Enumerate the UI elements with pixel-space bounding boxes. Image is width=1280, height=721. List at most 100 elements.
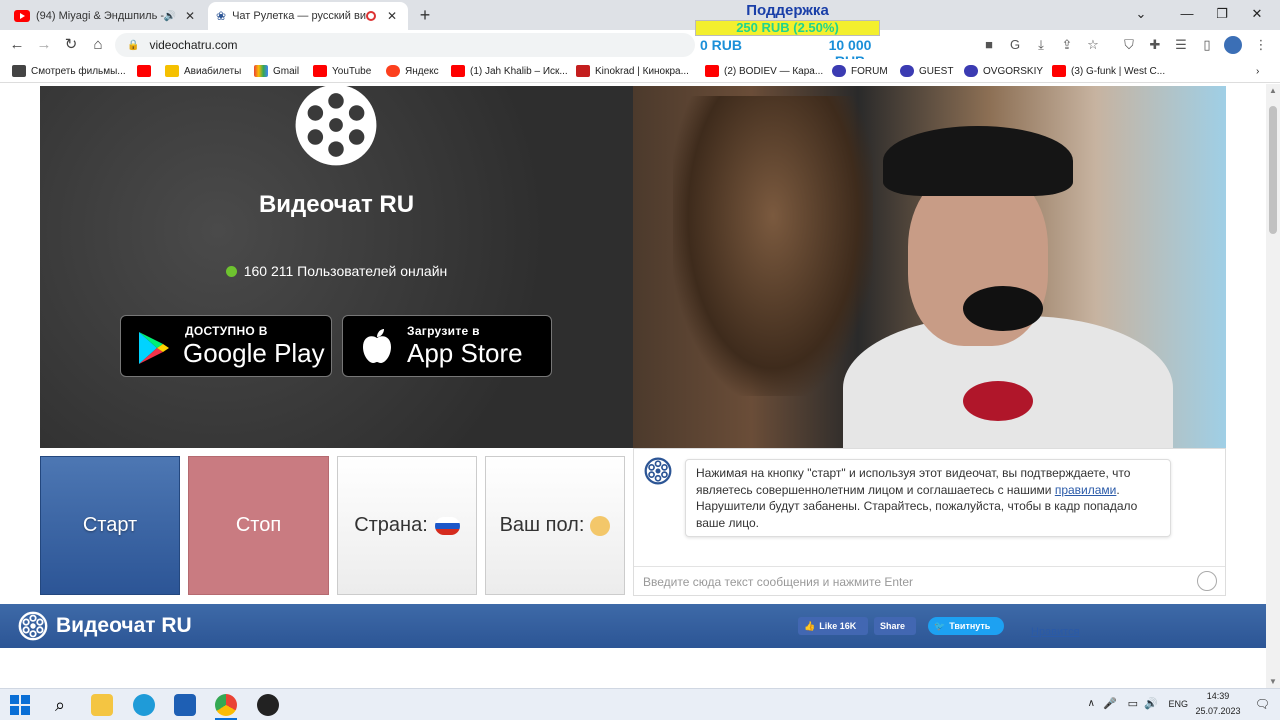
obs-icon[interactable]	[257, 694, 279, 716]
bookmark-favicon-icon	[137, 65, 151, 77]
lock-icon[interactable]: 🔒	[127, 40, 139, 51]
menu-icon[interactable]: ⋮	[1252, 36, 1270, 54]
bookmark-item[interactable]: Яндекс	[386, 63, 439, 79]
rules-link[interactable]: правилами	[1055, 483, 1117, 497]
profile-avatar[interactable]	[1224, 36, 1242, 54]
bookmark-item[interactable]: GUEST	[900, 63, 953, 79]
facebook-like-button[interactable]: 👍 Like 16K	[798, 617, 868, 635]
apple-icon	[363, 329, 391, 363]
back-icon[interactable]: ←	[6, 34, 28, 56]
camera-icon[interactable]: ■	[980, 36, 998, 54]
bookmark-item[interactable]: YouTube	[313, 63, 371, 79]
scroll-up-icon[interactable]: ▲	[1269, 86, 1277, 95]
thumbs-up-icon: 👍	[804, 620, 816, 631]
video-person-headset	[963, 286, 1043, 331]
bookmark-item[interactable]: OVGORSKIY	[964, 63, 1043, 79]
bookmark-star-icon[interactable]: ☆	[1084, 36, 1102, 54]
edge-icon[interactable]	[133, 694, 155, 716]
tab-videochat[interactable]: ❀ Чат Рулетка — русский вид ✕	[208, 2, 408, 30]
google-play-big: Google Play	[183, 338, 325, 368]
google-play-small: ДОСТУПНО В	[185, 324, 268, 338]
page-scrollbar[interactable]: ▲ ▼	[1266, 84, 1280, 688]
bookmark-favicon-icon	[254, 65, 268, 77]
windows-taskbar: ⌕ ∧ 🎤 ▭ 🔊 ENG 14:39 25.07.2023 🗨	[0, 688, 1280, 720]
bookmark-favicon-icon	[964, 65, 978, 77]
close-window-icon[interactable]: ✕	[1234, 0, 1280, 30]
bookmark-item[interactable]: (2) BODIEV — Кара...	[705, 63, 823, 79]
bookmark-label: FORUM	[851, 65, 888, 77]
bookmark-favicon-icon	[386, 65, 400, 77]
start-button[interactable]: Старт	[40, 456, 180, 595]
scroll-down-icon[interactable]: ▼	[1269, 677, 1277, 686]
country-select-button[interactable]: Страна:	[337, 456, 477, 595]
tweet-button[interactable]: 🐦 Твитнуть	[928, 617, 1004, 635]
app-store-badge[interactable]: Загрузите в App Store	[342, 315, 552, 377]
file-explorer-icon[interactable]	[91, 694, 113, 716]
tray-chevron-icon[interactable]: ∧	[1088, 698, 1095, 709]
bookmark-favicon-icon	[576, 65, 590, 77]
microphone-icon[interactable]: 🎤	[1103, 697, 1117, 710]
chrome-icon[interactable]	[215, 694, 237, 716]
bookmark-favicon-icon	[1052, 65, 1066, 77]
notifications-icon[interactable]: 🗨	[1255, 697, 1270, 711]
bookmark-item[interactable]: Kinokrad | Кинокра...	[576, 63, 689, 79]
extensions-icon[interactable]: ✚	[1146, 36, 1164, 54]
search-icon[interactable]: ⌕	[49, 694, 71, 716]
bookmarks-overflow-icon[interactable]: ›	[1256, 63, 1259, 79]
bookmark-item[interactable]: Авиабилеты	[165, 63, 241, 79]
language-indicator[interactable]: ENG	[1168, 699, 1188, 709]
chat-message-input[interactable]: Введите сюда текст сообщения и нажмите E…	[634, 566, 1225, 595]
bookmarks-bar: Смотреть фильмы... Авиабилеты Gmail YouTube…	[0, 59, 1280, 83]
tab-search-icon[interactable]: ⌄	[1118, 0, 1164, 30]
speaker-icon[interactable]: 🔊	[164, 11, 176, 22]
partner-video-panel	[633, 86, 1226, 448]
address-bar[interactable]: 🔒 videochatru.com	[115, 33, 695, 57]
vk-like-link[interactable]: Нравится	[1031, 626, 1080, 638]
clock-date[interactable]: 25.07.2023	[1192, 706, 1244, 716]
recording-icon	[366, 11, 376, 21]
web-page: Видеочат RU 160 211 Пользователей онлайн…	[0, 84, 1280, 688]
clock-time[interactable]: 14:39	[1196, 691, 1240, 701]
bookmark-item[interactable]: (1) Jah Khalib – Иск...	[451, 63, 568, 79]
shield-icon[interactable]: ⛉	[1120, 36, 1138, 54]
bookmark-favicon-icon	[313, 65, 327, 77]
side-panel-icon[interactable]: ▯	[1198, 36, 1216, 54]
bookmark-label: Kinokrad | Кинокра...	[595, 65, 689, 77]
reading-list-icon[interactable]: ☰	[1172, 36, 1190, 54]
scrollbar-thumb[interactable]	[1269, 106, 1277, 234]
bookmark-item[interactable]: Смотреть фильмы...	[12, 63, 126, 79]
forward-icon[interactable]: →	[33, 34, 55, 56]
volume-icon[interactable]: 🔊	[1144, 697, 1158, 710]
emoji-icon[interactable]	[1197, 571, 1217, 591]
bookmark-label: Смотреть фильмы...	[31, 65, 126, 77]
windows-start-icon[interactable]	[9, 694, 31, 716]
bookmark-item[interactable]: (3) G-funk | West C...	[1052, 63, 1165, 79]
google-icon[interactable]: G	[1006, 36, 1024, 54]
bookmark-item[interactable]: Gmail	[254, 63, 299, 79]
online-text: 160 211 Пользователей онлайн	[243, 263, 448, 279]
store-icon[interactable]	[174, 694, 196, 716]
bookmark-item[interactable]: FORUM	[832, 63, 888, 79]
donation-widget: Поддержка 250 RUB (2.50%) 0 RUB 10 000 R…	[695, 0, 880, 69]
reload-icon[interactable]: ↻	[60, 34, 82, 56]
browser-toolbar: ← → ↻ ⌂ 🔒 videochatru.com ■ G ⤓ ⇪ ☆ ⛉ ✚ …	[0, 30, 1280, 59]
install-icon[interactable]: ⤓	[1032, 36, 1050, 54]
tab-youtube[interactable]: (94) Miyagi & Эндшпиль - В 🔊 ✕	[6, 2, 206, 30]
bookmark-favicon-icon	[165, 65, 179, 77]
google-play-badge[interactable]: ДОСТУПНО В Google Play	[120, 315, 332, 377]
bookmark-item[interactable]	[137, 63, 156, 79]
bookmark-favicon-icon	[451, 65, 465, 77]
gender-label: Ваш пол:	[499, 514, 585, 536]
share-icon[interactable]: ⇪	[1058, 36, 1076, 54]
gender-select-button[interactable]: Ваш пол:	[485, 456, 625, 595]
bookmark-label: (2) BODIEV — Кара...	[724, 65, 824, 77]
home-icon[interactable]: ⌂	[87, 34, 109, 56]
bookmark-label: YouTube	[332, 65, 372, 77]
stop-button[interactable]: Стоп	[188, 456, 329, 595]
close-tab-icon[interactable]: ✕	[182, 9, 198, 23]
new-tab-button[interactable]: +	[414, 4, 436, 26]
facebook-share-button[interactable]: Share	[874, 617, 916, 635]
russia-flag-icon	[434, 516, 460, 535]
close-tab-icon[interactable]: ✕	[384, 9, 400, 23]
network-icon[interactable]: ▭	[1128, 697, 1138, 710]
